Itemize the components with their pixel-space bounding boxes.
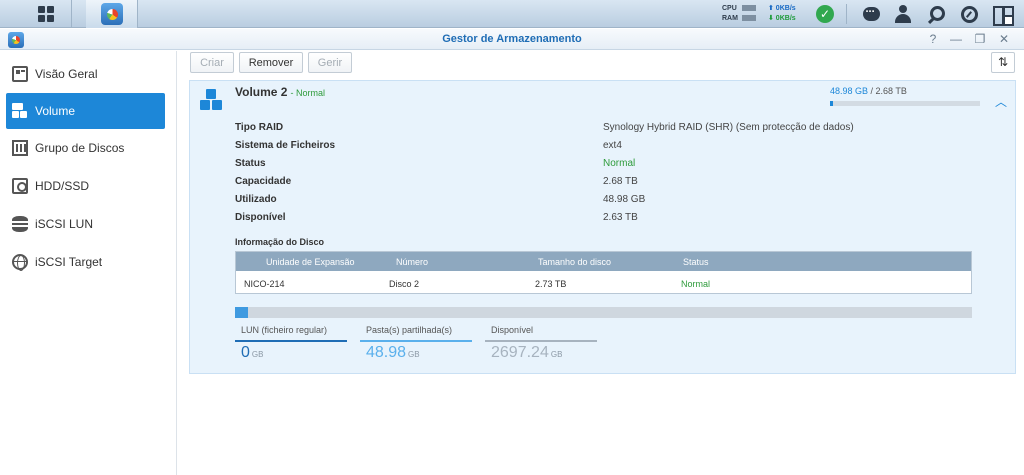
prop-label-filesystem: Sistema de Ficheiros [235,140,336,151]
stat-underline [360,340,472,342]
column-header[interactable]: Unidade de Expansão [266,257,355,267]
stat-label: Pasta(s) partilhada(s) [366,325,453,335]
capacity-bar [235,307,972,318]
iscsi-target-icon [12,254,28,271]
volume-panel[interactable]: Volume 2- Normal 48.98 GB / 2.68 TB ︿ Ti… [189,80,1016,374]
search-icon [927,5,945,23]
sidebar-item-overview[interactable]: Visão Geral [6,56,165,92]
stat-value: 0 GB [241,344,264,361]
disk-group-icon [12,140,28,156]
notifications-button[interactable] [859,3,883,25]
manage-button[interactable]: Gerir [308,52,352,73]
chat-icon [862,3,880,21]
sidebar-item-label: iSCSI Target [35,255,103,269]
sidebar-item-iscsi-lun[interactable]: iSCSI LUN [6,206,165,242]
gauge-icon [960,5,978,23]
prop-value-status: Normal [603,158,636,169]
volume-title: Volume 2- Normal [235,85,325,99]
sidebar-item-label: Grupo de Discos [35,141,125,155]
column-header[interactable]: Número [396,257,428,267]
sidebar-item-iscsi-target[interactable]: iSCSI Target [6,244,165,280]
volume-cubes-icon [199,88,223,112]
prop-value-used: 48.98 GB [603,194,646,205]
chevron-up-icon[interactable]: ︿ [995,93,1007,109]
prop-label-raid-type: Tipo RAID [235,122,284,133]
check-icon[interactable]: ✓ [816,5,834,23]
stat-underline [235,340,347,342]
prop-value-available: 2.63 TB [603,212,638,223]
volume-usage-fill [830,101,833,106]
sidebar-item-label: Visão Geral [35,67,98,81]
table-cell-expansion-unit: NICO-214 [244,279,285,289]
column-header[interactable]: Status [683,257,709,267]
ram-bar [742,15,756,21]
volume-usage-bar [830,101,980,106]
window-title: Gestor de Armazenamento [442,33,582,45]
disk-table-header: Unidade de Expansão Número Tamanho do di… [236,252,971,271]
prop-label-capacity: Capacidade [235,176,292,187]
disk-info-title: Informação do Disco [235,237,325,247]
volume-usage-text: 48.98 GB / 2.68 TB [830,86,907,96]
sidebar-item-label: iSCSI LUN [35,217,94,231]
iscsi-lun-icon [12,216,28,232]
resource-monitor-widget[interactable]: CPU RAM ⬆ 0KB/s ⬇ 0KB/s [718,2,814,26]
prop-label-used: Utilizado [235,194,277,205]
create-button[interactable]: Criar [190,52,234,73]
prop-value-filesystem: ext4 [603,140,622,151]
prop-value-raid-type: Synology Hybrid RAID (SHR) (Sem protecçã… [603,122,854,133]
prop-label-available: Disponível [235,212,286,223]
hdd-icon [12,178,28,194]
taskbar: CPU RAM ⬆ 0KB/s ⬇ 0KB/s ✓ [0,0,1024,28]
search-button[interactable] [923,3,947,25]
sidebar: Visão Geral Volume Grupo de Discos HDD/S… [0,51,177,475]
storage-manager-taskbar-button[interactable] [86,0,138,28]
table-cell-disk-size: 2.73 TB [535,279,567,289]
overview-icon [12,66,28,82]
window-titlebar[interactable]: Gestor de Armazenamento ? — ❐ ✕ [0,29,1024,50]
remove-button[interactable]: Remover [239,52,303,73]
sidebar-item-disk-group[interactable]: Grupo de Discos [6,130,165,166]
download-speed: ⬇ 0KB/s [768,15,796,22]
user-menu-button[interactable] [891,3,915,25]
storage-manager-icon [100,3,123,25]
main-menu-button[interactable] [20,0,72,28]
prop-label-status: Status [235,158,266,169]
close-button[interactable]: ✕ [997,32,1011,46]
user-icon [895,5,911,23]
main-menu-icon [37,6,54,22]
sidebar-item-label: HDD/SSD [35,179,90,193]
widgets-icon [992,6,1014,26]
minimize-button[interactable]: — [949,32,963,46]
stat-value: 48.98 GB [366,344,420,361]
sort-button[interactable]: ⇅ [991,52,1015,73]
divider [846,4,847,24]
sidebar-item-label: Volume [35,104,76,118]
table-cell-status: Normal [681,279,711,289]
disk-table: Unidade de Expansão Número Tamanho do di… [235,251,972,294]
ram-label: RAM [722,15,738,22]
prop-value-capacity: 2.68 TB [603,176,638,187]
maximize-button[interactable]: ❐ [973,32,987,46]
table-cell-number: Disco 2 [389,279,420,289]
stat-label: Disponível [491,325,534,335]
volume-icon [12,103,28,119]
widgets-button[interactable] [989,3,1014,26]
help-button[interactable]: ? [926,32,940,46]
usage-total: / 2.68 TB [868,86,907,96]
sidebar-item-volume[interactable]: Volume [6,93,165,129]
sidebar-item-hdd-ssd[interactable]: HDD/SSD [6,168,165,204]
volume-name: Volume 2 [235,85,288,99]
resource-button[interactable] [957,3,981,25]
column-header[interactable]: Tamanho do disco [538,257,611,267]
stat-label: LUN (ficheiro regular) [241,325,328,335]
volume-status-inline: - Normal [290,88,325,98]
usage-used: 48.98 GB [830,86,869,96]
capacity-bar-fill [235,307,249,318]
stat-underline [485,340,597,342]
stat-value: 2697.24 GB [491,344,563,361]
cpu-bar [742,5,756,11]
